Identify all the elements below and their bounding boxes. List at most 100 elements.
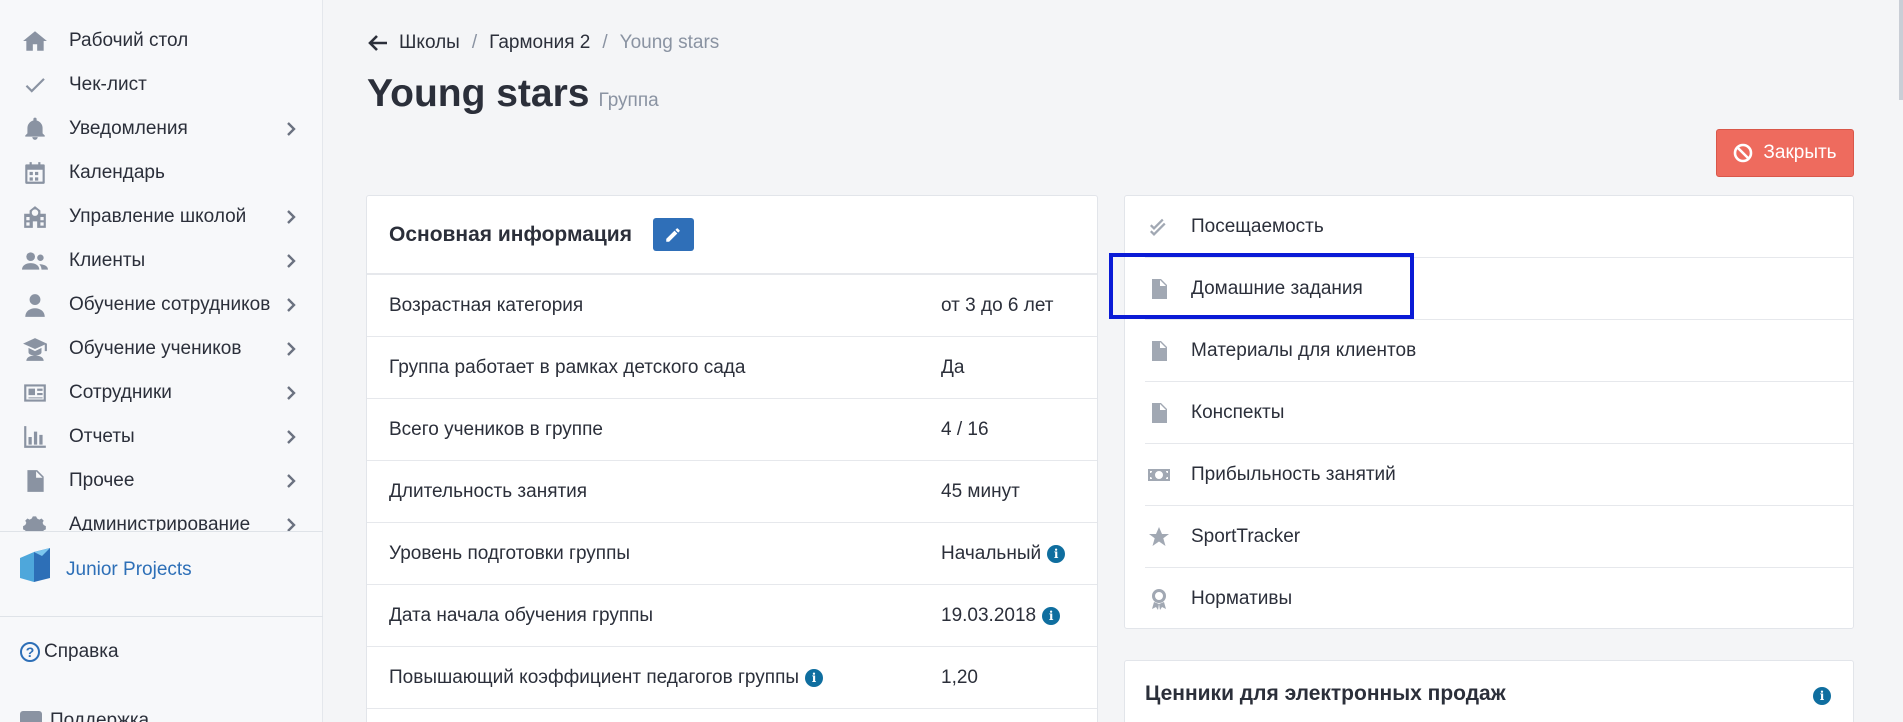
- ban-icon: [1733, 143, 1753, 163]
- brand-name: Junior Projects: [66, 558, 192, 580]
- sidebar-divider: [0, 531, 323, 532]
- users-icon: [20, 246, 50, 276]
- chart-icon: [20, 422, 50, 452]
- info-label: Группа работает в рамках детского сада: [389, 356, 746, 378]
- breadcrumb: Школы / Гармония 2 / Young stars: [367, 32, 719, 54]
- sidebar-item-staff-training[interactable]: Обучение сотрудников: [0, 283, 323, 327]
- tool-attendance[interactable]: Посещаемость: [1125, 196, 1853, 258]
- breadcrumb-separator: /: [602, 32, 608, 53]
- tool-label: Конспекты: [1191, 402, 1285, 423]
- chevron-right-icon: [281, 251, 301, 271]
- sidebar-item-dashboard[interactable]: Рабочий стол: [0, 19, 323, 63]
- breadcrumb-separator: /: [471, 32, 478, 53]
- sidebar-item-label: Прочее: [69, 470, 135, 491]
- brand-logo: [20, 548, 52, 591]
- info-icon[interactable]: i: [1042, 606, 1061, 625]
- chevron-right-icon: [281, 427, 301, 447]
- info-value: 19.03.2018: [941, 604, 1037, 626]
- chevron-right-icon: [281, 207, 301, 227]
- info-row: Повышающий коэффициент педагогов группы …: [367, 647, 1097, 709]
- info-value-wrap: 19.03.2018 i: [941, 604, 1061, 627]
- info-value-wrap: Начальный i: [941, 543, 1066, 565]
- price-tags-card: Ценники для электронных продаж i: [1124, 660, 1854, 722]
- home-icon: [20, 26, 50, 56]
- tool-profitability[interactable]: Прибыльность занятий: [1125, 444, 1853, 506]
- info-row: Длительность занятия 45 минут: [367, 461, 1097, 523]
- tool-label: Материалы для клиентов: [1191, 340, 1417, 361]
- chevron-right-icon: [281, 119, 301, 139]
- breadcrumb-schools[interactable]: Школы: [399, 32, 460, 54]
- sidebar-item-student-training[interactable]: Обучение учеников: [0, 327, 323, 371]
- info-value: Да: [941, 356, 965, 378]
- breadcrumb-school[interactable]: Гармония 2: [489, 32, 590, 54]
- sidebar-item-other[interactable]: Прочее: [0, 459, 323, 503]
- info-label: Повышающий коэффициент педагогов группы: [389, 666, 800, 688]
- sidebar-nav: Рабочий стол Чек-лист Уведомления Календ…: [0, 19, 323, 531]
- info-icon[interactable]: i: [1047, 544, 1066, 563]
- tool-label: Прибыльность занятий: [1191, 464, 1396, 485]
- sidebar-item-school-management[interactable]: Управление школой: [0, 195, 323, 239]
- sidebar-item-calendar[interactable]: Календарь: [0, 151, 323, 195]
- info-row: Всего учеников в группе 4 / 16: [367, 399, 1097, 461]
- info-label: Дата начала обучения группы: [389, 604, 654, 626]
- file-icon: [1147, 339, 1171, 363]
- page-subtitle: Группа: [598, 90, 659, 111]
- info-row: Дата начала обучения группы 19.03.2018 i: [367, 585, 1097, 647]
- cogs-icon: [20, 510, 50, 531]
- sidebar-item-label: Сотрудники: [69, 382, 172, 403]
- info-value: 45 минут: [941, 480, 1020, 502]
- tool-lesson-notes[interactable]: Конспекты: [1125, 382, 1853, 444]
- sidebar-item-label: Управление школой: [69, 206, 247, 227]
- sidebar-item-label: Обучение сотрудников: [69, 294, 271, 315]
- main-info-title: Основная информация: [389, 222, 632, 246]
- money-icon: [1147, 463, 1171, 487]
- scrollbar[interactable]: [1899, 0, 1903, 100]
- sidebar-item-label: Обучение учеников: [69, 338, 242, 359]
- close-group-button[interactable]: Закрыть: [1716, 129, 1854, 177]
- sidebar-item-reports[interactable]: Отчеты: [0, 415, 323, 459]
- sidebar-item-label: Чек-лист: [69, 74, 147, 95]
- help-link[interactable]: ? Справка: [20, 641, 119, 663]
- info-value: 4 / 16: [941, 418, 989, 440]
- sidebar-item-label: Клиенты: [69, 250, 146, 271]
- star-icon: [1147, 525, 1171, 549]
- sidebar-divider: [0, 616, 323, 617]
- bell-icon: [20, 114, 50, 144]
- sidebar-item-administration[interactable]: Администрирование: [0, 503, 323, 531]
- sidebar: Рабочий стол Чек-лист Уведомления Календ…: [0, 0, 323, 722]
- tool-sporttracker[interactable]: SportTracker: [1125, 506, 1853, 568]
- info-label: Возрастная категория: [389, 294, 584, 316]
- selection-highlight: [1109, 253, 1414, 319]
- sidebar-item-notifications[interactable]: Уведомления: [0, 107, 323, 151]
- chevron-right-icon: [281, 383, 301, 403]
- sidebar-item-clients[interactable]: Клиенты: [0, 239, 323, 283]
- tool-label: Нормативы: [1191, 588, 1293, 609]
- info-icon[interactable]: i: [1813, 687, 1831, 705]
- info-icon[interactable]: i: [805, 668, 824, 687]
- breadcrumb-current: Young stars: [619, 32, 720, 53]
- sidebar-item-checklist[interactable]: Чек-лист: [0, 63, 323, 107]
- chevron-right-icon: [281, 471, 301, 491]
- arrow-left-icon[interactable]: [367, 32, 389, 54]
- main-info-header: Основная информация: [367, 196, 1097, 275]
- tool-client-materials[interactable]: Материалы для клиентов: [1125, 320, 1853, 382]
- chevron-right-icon: [281, 339, 301, 359]
- sidebar-item-label: Календарь: [69, 162, 165, 183]
- chevron-right-icon: [281, 295, 301, 315]
- info-label: Всего учеников в группе: [389, 418, 603, 440]
- check-icon: [20, 70, 50, 100]
- brand[interactable]: Junior Projects: [20, 548, 192, 591]
- file-icon: [1147, 401, 1171, 425]
- info-row: Возрастная категория от 3 до 6 лет: [367, 275, 1097, 337]
- pencil-icon: [666, 227, 681, 242]
- sidebar-item-employees[interactable]: Сотрудники: [0, 371, 323, 415]
- tool-standards[interactable]: Нормативы: [1125, 568, 1853, 630]
- support-link[interactable]: Поддержка: [20, 710, 149, 722]
- sidebar-item-label: Рабочий стол: [69, 30, 189, 51]
- question-icon: ?: [20, 642, 40, 662]
- edit-button[interactable]: [652, 218, 694, 251]
- info-label-wrap: Повышающий коэффициент педагогов группы …: [389, 666, 824, 689]
- page-title: Young stars: [367, 72, 590, 115]
- help-label: Справка: [44, 641, 119, 662]
- id-card-icon: [20, 378, 50, 408]
